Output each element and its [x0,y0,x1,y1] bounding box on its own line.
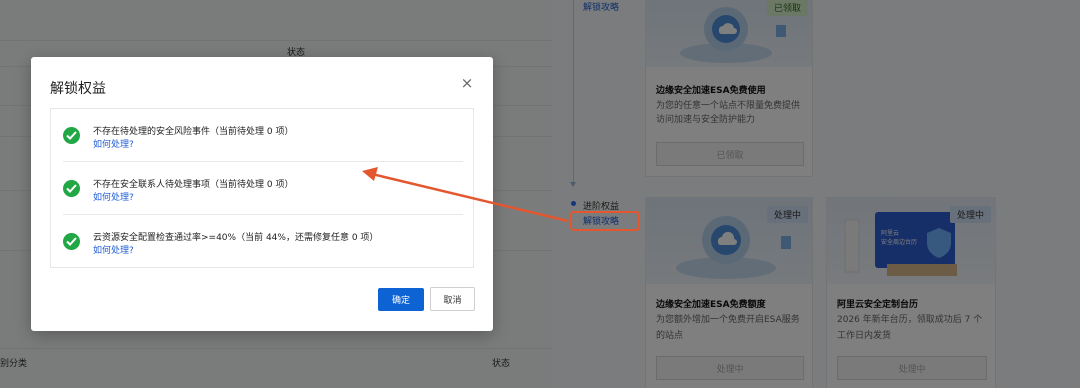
annotation-arrow-icon [362,167,569,223]
